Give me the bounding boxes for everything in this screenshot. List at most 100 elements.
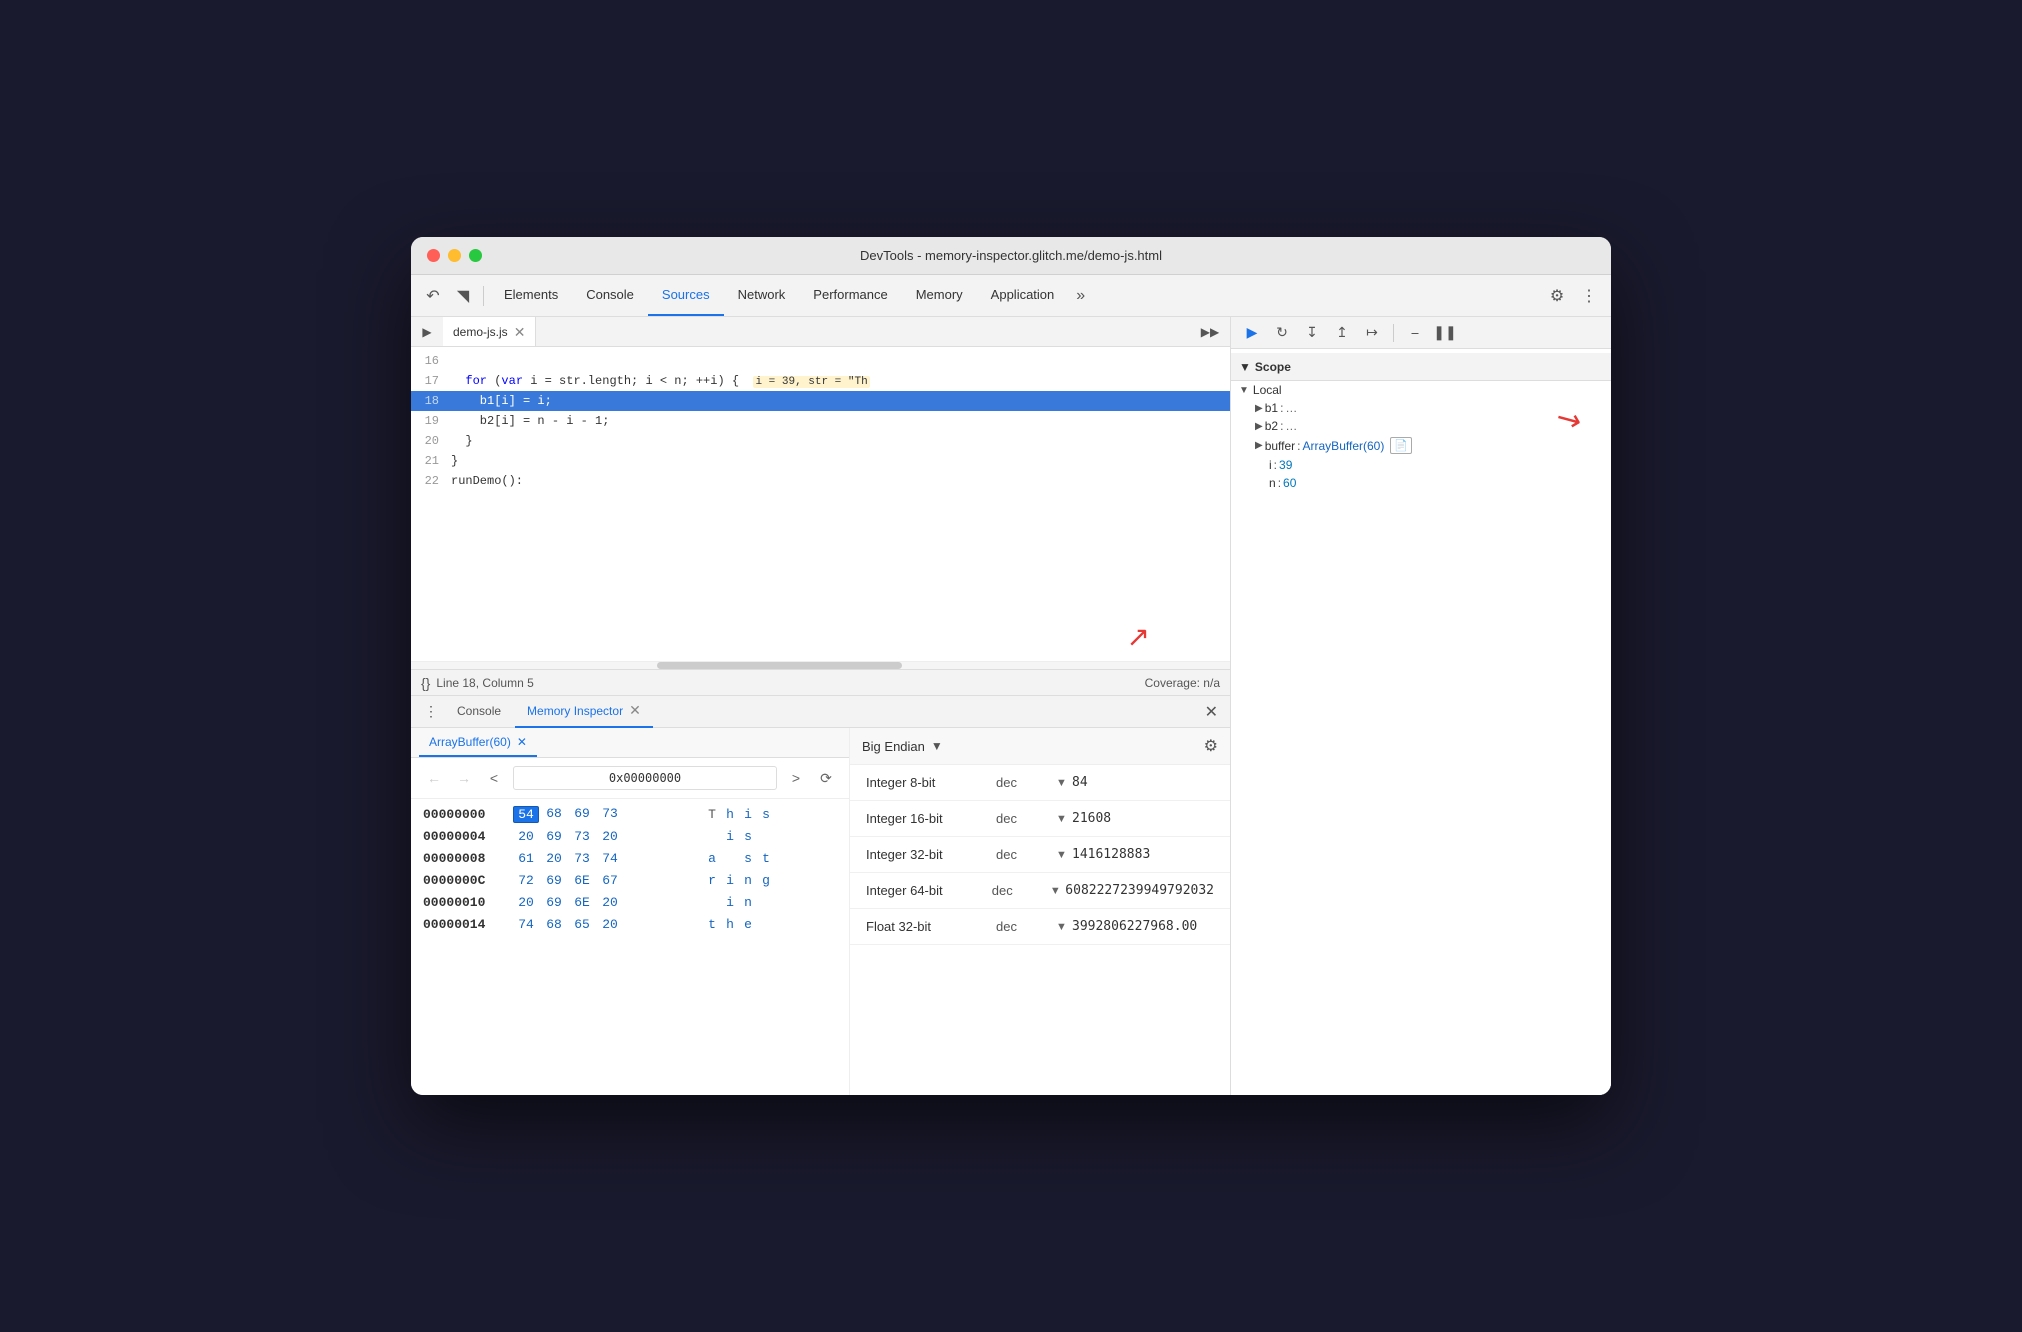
hex-byte-33[interactable]: 67 [597, 873, 623, 888]
hex-byte-52[interactable]: 65 [569, 917, 595, 932]
tab-memory-inspector[interactable]: Memory Inspector ✕ [515, 696, 653, 728]
hex-byte-42[interactable]: 6E [569, 895, 595, 910]
tab-network[interactable]: Network [724, 275, 800, 316]
resume-button[interactable]: ▶ [1239, 320, 1265, 346]
format-icon[interactable]: {} [421, 675, 430, 691]
hex-char-r[interactable]: r [705, 873, 719, 888]
int16-dropdown-arrow[interactable]: ▼ [1056, 813, 1072, 825]
hex-byte-21[interactable]: 20 [541, 851, 567, 866]
hex-byte-11[interactable]: 69 [541, 829, 567, 844]
tab-performance[interactable]: Performance [799, 275, 901, 316]
step-over-button[interactable]: ↻ [1269, 320, 1295, 346]
scope-item-i[interactable]: i : 39 [1231, 456, 1611, 474]
tab-sources[interactable]: Sources [648, 275, 724, 316]
hex-byte-20[interactable]: 61 [513, 851, 539, 866]
hex-char-s2[interactable]: s [741, 851, 755, 866]
tab-console-bottom[interactable]: Console [445, 696, 513, 728]
hex-char-e[interactable]: e [741, 917, 755, 932]
memory-inspector-open-icon[interactable]: 📄 [1390, 437, 1412, 454]
fullscreen-button[interactable] [469, 249, 482, 262]
hex-byte-31[interactable]: 69 [541, 873, 567, 888]
hex-char-i3[interactable]: i [723, 895, 737, 910]
hex-char-n[interactable]: n [741, 873, 755, 888]
hex-byte-03[interactable]: 73 [597, 806, 623, 823]
int8-dropdown-arrow[interactable]: ▼ [1056, 777, 1072, 789]
hex-char-sp3[interactable] [723, 851, 737, 866]
nav-prev-button[interactable]: < [483, 767, 505, 789]
tab-console[interactable]: Console [572, 275, 648, 316]
source-file-tab[interactable]: demo-js.js ✕ [443, 317, 536, 346]
hex-char-h[interactable]: h [723, 807, 737, 822]
cursor-icon[interactable]: ↶ [419, 282, 447, 310]
step-out-button[interactable]: ↥ [1329, 320, 1355, 346]
hex-char-t2[interactable]: t [705, 917, 719, 932]
address-input[interactable] [513, 766, 777, 790]
hex-byte-23[interactable]: 74 [597, 851, 623, 866]
bottom-tab-menu-icon[interactable]: ⋮ [419, 700, 443, 724]
nav-back-button[interactable]: ← [423, 767, 445, 789]
hex-char-i1[interactable]: i [723, 829, 737, 844]
tab-elements[interactable]: Elements [490, 275, 572, 316]
step-into-button[interactable]: ↧ [1299, 320, 1325, 346]
hex-byte-51[interactable]: 68 [541, 917, 567, 932]
hex-char-h2[interactable]: h [723, 917, 737, 932]
hex-char-s0[interactable]: s [759, 807, 773, 822]
tab-memory[interactable]: Memory [902, 275, 977, 316]
endian-selector[interactable]: Big Endian ▼ [862, 739, 943, 754]
hex-char-n2[interactable]: n [741, 895, 755, 910]
hex-char-sp6[interactable] [759, 917, 773, 932]
hex-char-T[interactable]: T [705, 807, 719, 822]
more-tabs-button[interactable]: » [1068, 275, 1093, 316]
file-navigator-toggle[interactable]: ▶ [415, 320, 439, 344]
hex-char-a[interactable]: a [705, 851, 719, 866]
more-options-icon[interactable]: ⋮ [1575, 282, 1603, 310]
int32-dropdown-arrow[interactable]: ▼ [1056, 849, 1072, 861]
close-arraybuffer-tab[interactable]: ✕ [517, 735, 527, 749]
hex-byte-00[interactable]: 54 [513, 806, 539, 823]
minimize-button[interactable] [448, 249, 461, 262]
close-source-tab[interactable]: ✕ [514, 325, 526, 339]
inspector-settings-icon[interactable]: ⚙ [1204, 736, 1218, 756]
settings-icon[interactable]: ⚙ [1543, 282, 1571, 310]
tab-application[interactable]: Application [977, 275, 1069, 316]
arraybuffer-tab[interactable]: ArrayBuffer(60) ✕ [419, 728, 537, 757]
refresh-button[interactable]: ⟳ [815, 767, 837, 789]
close-memory-inspector-tab[interactable]: ✕ [629, 702, 641, 719]
scope-item-n[interactable]: n : 60 [1231, 474, 1611, 492]
hex-byte-02[interactable]: 69 [569, 806, 595, 823]
scrollbar-thumb[interactable] [657, 662, 903, 669]
step-button[interactable]: ↦ [1359, 320, 1385, 346]
device-icon[interactable]: ◥ [449, 282, 477, 310]
nav-next-button[interactable]: > [785, 767, 807, 789]
endian-dropdown-arrow[interactable]: ▼ [931, 739, 943, 753]
horizontal-scrollbar[interactable] [411, 661, 1230, 669]
hex-byte-41[interactable]: 69 [541, 895, 567, 910]
hex-byte-22[interactable]: 73 [569, 851, 595, 866]
hex-char-sp1[interactable] [705, 829, 719, 844]
hex-byte-32[interactable]: 6E [569, 873, 595, 888]
hex-char-sp2[interactable] [759, 829, 773, 844]
scope-local-section[interactable]: ▼ Local [1231, 381, 1611, 399]
format-source-icon[interactable]: ▶▶ [1198, 320, 1222, 344]
float32-dropdown-arrow[interactable]: ▼ [1056, 921, 1072, 933]
close-bottom-panel[interactable]: ✕ [1201, 698, 1222, 726]
hex-byte-10[interactable]: 20 [513, 829, 539, 844]
hex-byte-43[interactable]: 20 [597, 895, 623, 910]
hex-char-g[interactable]: g [759, 873, 773, 888]
hex-char-sp5[interactable] [759, 895, 773, 910]
nav-forward-button[interactable]: → [453, 767, 475, 789]
scope-item-buffer[interactable]: ▶ buffer : ArrayBuffer(60) 📄 [1231, 435, 1611, 456]
hex-char-i2[interactable]: i [723, 873, 737, 888]
hex-char-sp4[interactable] [705, 895, 719, 910]
pause-exceptions-button[interactable]: ❚❚ [1432, 320, 1458, 346]
close-button[interactable] [427, 249, 440, 262]
hex-byte-12[interactable]: 73 [569, 829, 595, 844]
hex-byte-40[interactable]: 20 [513, 895, 539, 910]
hex-char-i0[interactable]: i [741, 807, 755, 822]
deactivate-breakpoints-button[interactable]: ⎯ [1402, 320, 1428, 346]
hex-byte-13[interactable]: 20 [597, 829, 623, 844]
hex-char-t[interactable]: t [759, 851, 773, 866]
int64-dropdown-arrow[interactable]: ▼ [1050, 885, 1065, 897]
hex-byte-01[interactable]: 68 [541, 806, 567, 823]
hex-byte-53[interactable]: 20 [597, 917, 623, 932]
